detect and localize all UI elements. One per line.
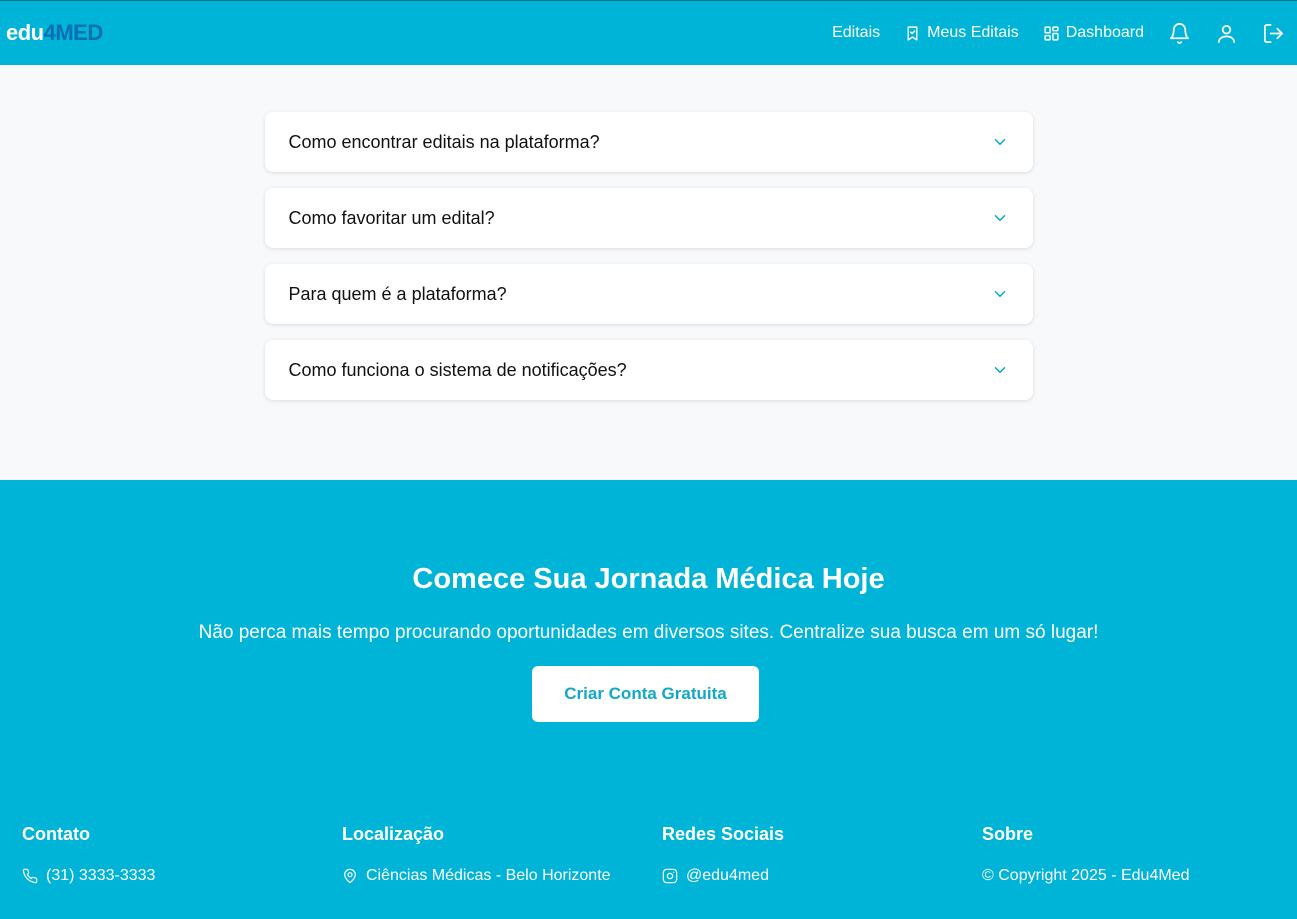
footer-location-value: Ciências Médicas - Belo Horizonte bbox=[366, 867, 611, 884]
footer-contato: Contato (31) 3333-3333 bbox=[22, 824, 342, 885]
footer-redes-title: Redes Sociais bbox=[662, 824, 785, 844]
footer-localizacao: Localização Ciências Médicas - Belo Hori… bbox=[342, 824, 662, 885]
brand-logo-part2: 4MED bbox=[43, 20, 104, 45]
faq-section: Como encontrar editais na plataforma? Co… bbox=[0, 65, 1297, 480]
nav-meus-editais-label: Meus Editais bbox=[927, 24, 1019, 41]
chevron-down-icon bbox=[994, 139, 1005, 145]
nav-editais[interactable]: Editais bbox=[832, 24, 880, 42]
logout-icon bbox=[1264, 23, 1283, 43]
footer-location: Ciências Médicas - Belo Horizonte bbox=[342, 867, 662, 885]
profile-button[interactable] bbox=[1215, 22, 1238, 45]
footer: Contato (31) 3333-3333 Localização Ciênc… bbox=[22, 824, 1297, 885]
cta-subtitle: Não perca mais tempo procurando oportuni… bbox=[198, 622, 1099, 643]
brand-logo-part1: edu bbox=[6, 20, 44, 45]
footer-contato-title: Contato bbox=[22, 824, 90, 844]
grid-icon bbox=[1044, 25, 1059, 41]
cta-section: Comece Sua Jornada Médica Hoje Não perca… bbox=[0, 480, 1297, 919]
nav-meus-editais[interactable]: Meus Editais bbox=[904, 24, 1019, 42]
user-icon bbox=[1217, 24, 1236, 43]
faq-item-notificacoes[interactable]: Como funciona o sistema de notificações? bbox=[264, 340, 1033, 400]
faq-question: Como funciona o sistema de notificações? bbox=[288, 359, 627, 380]
footer-instagram-value: @edu4med bbox=[686, 867, 769, 884]
bookmark-icon bbox=[907, 25, 918, 41]
faq-item-encontrar-editais[interactable]: Como encontrar editais na plataforma? bbox=[264, 112, 1033, 172]
create-account-button[interactable]: Criar Conta Gratuita bbox=[532, 666, 759, 722]
footer-phone-value: (31) 3333-3333 bbox=[46, 867, 156, 884]
map-pin-icon bbox=[344, 868, 356, 884]
notifications-button[interactable] bbox=[1168, 22, 1191, 45]
bell-icon bbox=[1170, 22, 1189, 44]
chevron-down-icon bbox=[994, 215, 1005, 221]
logout-button[interactable] bbox=[1262, 22, 1285, 45]
phone-icon bbox=[22, 868, 38, 884]
top-navbar: edu4MED Editais Meus Editais Dashboard bbox=[0, 0, 1297, 65]
footer-localizacao-title: Localização bbox=[342, 824, 445, 844]
chevron-down-icon bbox=[994, 367, 1005, 373]
faq-question: Como encontrar editais na plataforma? bbox=[288, 131, 600, 152]
nav-editais-label: Editais bbox=[832, 24, 881, 41]
main-nav: Editais Meus Editais Dashboard bbox=[808, 1, 1285, 65]
footer-sobre: Sobre © Copyright 2025 - Edu4Med bbox=[982, 824, 1297, 885]
footer-redes-sociais: Redes Sociais @edu4med bbox=[662, 824, 982, 885]
nav-dashboard[interactable]: Dashboard bbox=[1043, 24, 1144, 42]
footer-instagram[interactable]: @edu4med bbox=[662, 867, 982, 885]
faq-question: Como favoritar um edital? bbox=[288, 207, 495, 228]
faq-item-para-quem[interactable]: Para quem é a plataforma? bbox=[264, 264, 1033, 324]
instagram-icon bbox=[662, 868, 678, 884]
footer-phone[interactable]: (31) 3333-3333 bbox=[22, 867, 342, 885]
cta-title: Comece Sua Jornada Médica Hoje bbox=[412, 563, 885, 595]
nav-dashboard-label: Dashboard bbox=[1065, 24, 1144, 41]
footer-sobre-title: Sobre bbox=[982, 824, 1034, 844]
faq-question: Para quem é a plataforma? bbox=[288, 283, 507, 304]
footer-copyright-value: © Copyright 2025 - Edu4Med bbox=[982, 867, 1190, 884]
brand-logo[interactable]: edu4MED bbox=[6, 20, 103, 46]
faq-item-favoritar-edital[interactable]: Como favoritar um edital? bbox=[264, 188, 1033, 248]
footer-copyright: © Copyright 2025 - Edu4Med bbox=[982, 867, 1297, 885]
chevron-down-icon bbox=[994, 291, 1005, 297]
